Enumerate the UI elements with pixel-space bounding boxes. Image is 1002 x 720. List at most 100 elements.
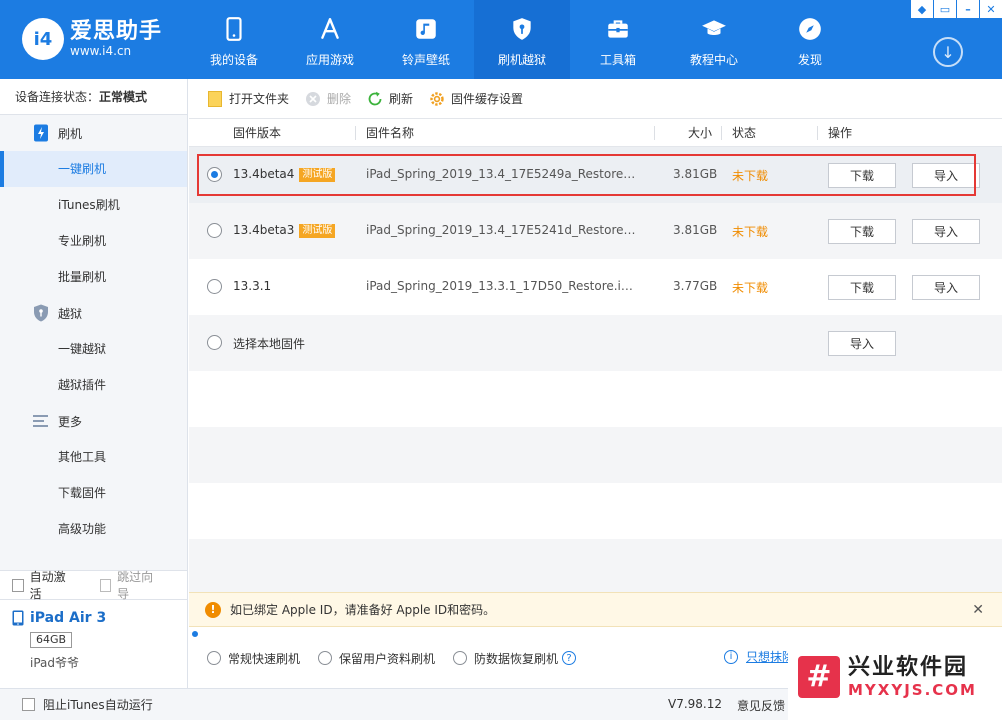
keep-data-radio[interactable] — [318, 651, 333, 665]
device-card[interactable]: iPad Air 3 64GB iPad爷爷 — [0, 600, 187, 688]
nav-flash-jailbreak[interactable]: 刷机越狱 — [474, 0, 570, 79]
sidebar-group-more[interactable]: 更多 — [0, 403, 187, 439]
folder-icon — [207, 90, 223, 107]
auto-activate-checkbox[interactable] — [12, 578, 24, 592]
beta-badge: 测试版 — [299, 224, 336, 238]
sidebar-item-other-tools[interactable]: 其他工具 — [0, 439, 187, 475]
quick-flash-radio[interactable] — [207, 651, 221, 665]
watermark-site-domain: MYXYJS.COM — [848, 680, 977, 699]
firmware-radio[interactable] — [207, 223, 222, 238]
sidebar-group-flash[interactable]: 刷机 — [0, 115, 187, 151]
nav-discover[interactable]: 发现 — [762, 0, 858, 79]
refresh-icon — [367, 91, 383, 107]
site-watermark: # 兴业软件园 MYXYJS.COM — [788, 633, 1002, 720]
local-firmware-row[interactable]: 选择本地固件 导入 — [189, 315, 1002, 371]
auto-options: 自动激活 跳过向导 — [0, 570, 187, 601]
firmware-version: 13.4beta3 — [233, 223, 295, 237]
import-button[interactable]: 导入 — [912, 275, 980, 300]
import-button[interactable]: 导入 — [912, 163, 980, 188]
anti-recovery-radio[interactable] — [453, 651, 468, 665]
sidebar-item-advanced[interactable]: 高级功能 — [0, 511, 187, 547]
firmware-status: 未下载 — [732, 169, 769, 183]
firmware-version: 13.4beta4 — [233, 167, 295, 181]
help-icon[interactable]: ? — [562, 651, 577, 665]
sidebar-item-jailbreak-plugins[interactable]: 越狱插件 — [0, 367, 187, 403]
sidebar-bottom: 自动激活 跳过向导 iPad Air 3 64GB iPad爷爷 — [0, 570, 187, 688]
empty-row — [189, 539, 1002, 595]
local-firmware-radio[interactable] — [207, 335, 222, 350]
music-icon — [411, 14, 441, 44]
auto-activate-label: 自动激活 — [29, 570, 66, 601]
warning-icon: ! — [205, 601, 221, 618]
window-controls: ◆ ▭ – ✕ — [910, 0, 1002, 18]
nav-tutorials[interactable]: 教程中心 — [666, 0, 762, 79]
minimize-icon[interactable]: – — [957, 0, 979, 18]
table-row[interactable]: 13.4beta3 测试版 iPad_Spring_2019_13.4_17E52… — [189, 203, 1002, 259]
sidebar-group-jailbreak[interactable]: 越狱 — [0, 295, 187, 331]
shield-key-icon — [32, 304, 50, 322]
firmware-radio[interactable] — [207, 279, 222, 294]
option-anti-recovery-flash[interactable]: 防数据恢复刷机 ? — [453, 650, 577, 667]
firmware-radio[interactable] — [207, 167, 222, 182]
col-name: 固件名称 — [366, 126, 415, 140]
sidebar-item-one-click-flash[interactable]: 一键刷机 — [0, 151, 187, 187]
sidebar-item-itunes-flash[interactable]: iTunes刷机 — [0, 187, 187, 223]
firmware-version: 13.3.1 — [233, 279, 272, 293]
open-folder-button[interactable]: 打开文件夹 — [207, 90, 289, 107]
download-button[interactable]: 下载 — [828, 219, 896, 244]
notice-text: 如已绑定 Apple ID，请准备好 Apple ID和密码。 — [230, 603, 496, 617]
nav-ringtones-wallpapers[interactable]: 铃声壁纸 — [378, 0, 474, 79]
option-keep-data-flash[interactable]: 保留用户资料刷机 — [318, 650, 435, 667]
refresh-button[interactable]: 刷新 — [367, 90, 413, 107]
flash-phone-icon — [32, 124, 50, 142]
delete-button[interactable]: 删除 — [305, 90, 351, 107]
option-quick-flash[interactable]: 常规快速刷机 — [207, 650, 300, 667]
sidebar-item-pro-flash[interactable]: 专业刷机 — [0, 223, 187, 259]
erase-only-link[interactable]: i 只想抹除 — [724, 648, 794, 665]
skin-icon[interactable]: ◆ — [911, 0, 933, 18]
app-logo[interactable]: i4 爱思助手 www.i4.cn — [22, 14, 162, 64]
apple-id-notice: ! 如已绑定 Apple ID，请准备好 Apple ID和密码。 ✕ — [189, 592, 1002, 627]
skip-guide-checkbox[interactable] — [99, 578, 112, 592]
feedback-link[interactable]: 意见反馈 — [737, 697, 785, 714]
download-button[interactable]: 下载 — [828, 163, 896, 188]
firmware-size: 3.77GB — [673, 279, 718, 293]
nav-apps-games[interactable]: 应用游戏 — [282, 0, 378, 79]
nav-my-device[interactable]: 我的设备 — [186, 0, 282, 79]
download-button[interactable]: 下载 — [828, 275, 896, 300]
close-icon[interactable]: ✕ — [980, 0, 1002, 18]
firmware-status: 未下载 — [732, 281, 769, 295]
close-icon[interactable]: ✕ — [972, 602, 984, 618]
restore-icon[interactable]: ▭ — [934, 0, 956, 18]
sidebar-item-download-firmware[interactable]: 下载固件 — [0, 475, 187, 511]
nav-toolbox[interactable]: 工具箱 — [570, 0, 666, 79]
cache-settings-button[interactable]: 固件缓存设置 — [429, 90, 523, 107]
connection-mode: 正常模式 — [99, 90, 148, 104]
block-itunes-checkbox[interactable] — [22, 698, 35, 711]
sidebar-item-batch-flash[interactable]: 批量刷机 — [0, 259, 187, 295]
info-icon: i — [724, 649, 738, 664]
firmware-name: iPad_Spring_2019_13.4_17E5241d_Restore.i… — [366, 223, 636, 237]
sidebar-item-one-click-jailbreak[interactable]: 一键越狱 — [0, 331, 187, 367]
beta-badge: 测试版 — [299, 168, 336, 182]
delete-icon — [305, 91, 321, 107]
import-button[interactable]: 导入 — [912, 219, 980, 244]
import-local-button[interactable]: 导入 — [828, 331, 896, 356]
menu-lines-icon — [32, 412, 50, 430]
firmware-size: 3.81GB — [673, 223, 718, 237]
table-row[interactable]: 13.4beta4 测试版 iPad_Spring_2019_13.4_17E52… — [189, 147, 1002, 203]
empty-row — [189, 371, 1002, 427]
app-store-icon — [315, 14, 345, 44]
download-manager-icon[interactable]: ↓ — [933, 37, 963, 67]
gear-icon — [429, 91, 445, 107]
connection-status: 设备连接状态：正常模式 — [0, 79, 187, 115]
empty-row — [189, 483, 1002, 539]
device-owner: iPad爷爷 — [30, 656, 80, 670]
device-name: iPad Air 3 — [30, 610, 107, 626]
watermark-logo-icon: # — [798, 655, 840, 698]
shield-key-icon — [507, 14, 537, 44]
table-row[interactable]: 13.3.1 iPad_Spring_2019_13.3.1_17D50_Res… — [189, 259, 1002, 315]
compass-icon — [795, 14, 825, 44]
col-status: 状态 — [732, 126, 757, 140]
device-capacity: 64GB — [30, 632, 73, 648]
